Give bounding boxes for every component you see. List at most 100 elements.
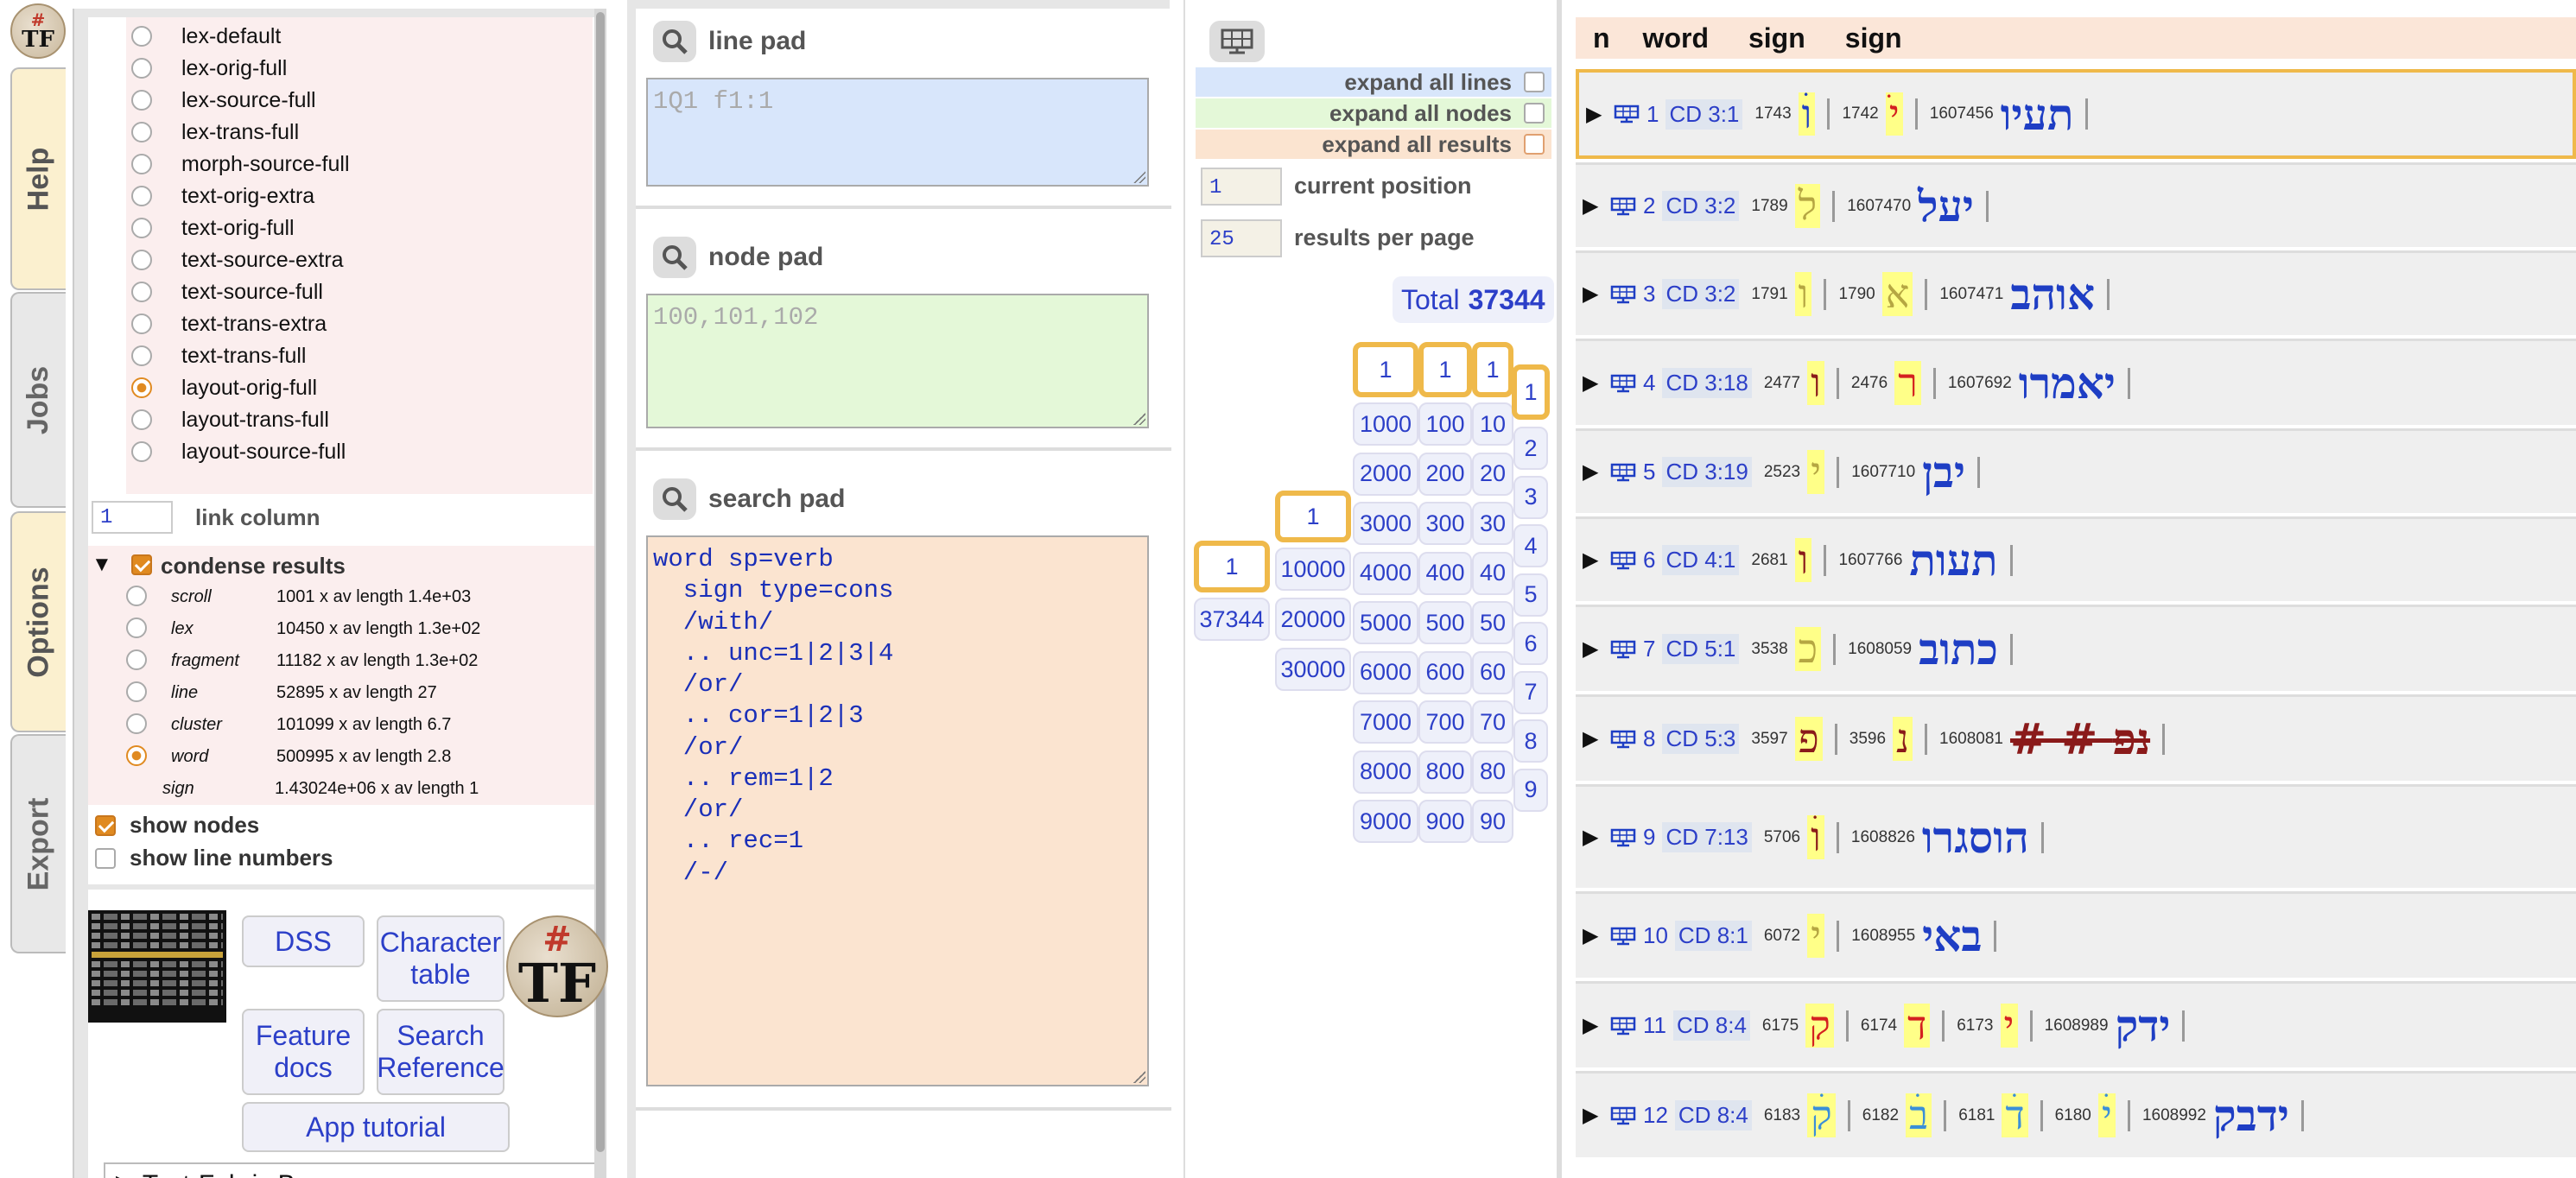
expand-row-icon[interactable]: ▶ (1586, 102, 1608, 127)
expand-all-results-row[interactable]: expand all results (1196, 130, 1551, 159)
open-in-browser-icon[interactable] (1610, 463, 1636, 482)
page-jump-button[interactable]: 8000 (1353, 750, 1418, 794)
expand-row-icon[interactable]: ▶ (1583, 636, 1605, 662)
sign-cell[interactable]: 6182 בׄ (1862, 1093, 1932, 1137)
open-in-browser-icon[interactable] (1610, 374, 1636, 393)
sign-cell[interactable]: 6181 דׄ (1958, 1093, 2028, 1137)
tab-options[interactable]: Options (10, 511, 66, 732)
result-reference[interactable]: CD 8:4 (1673, 1010, 1750, 1041)
format-radio[interactable] (131, 377, 152, 398)
result-reference[interactable]: CD 3:2 (1662, 191, 1740, 221)
page-jump-button[interactable]: 900 (1418, 800, 1472, 843)
line-pad-search-icon[interactable] (653, 21, 696, 62)
word-cell[interactable]: 1608059 כתוב (1848, 625, 1998, 673)
page-jump-button[interactable]: 7 (1513, 670, 1548, 714)
sign-cell[interactable]: 6180 יׄ (2055, 1093, 2116, 1137)
container-type-radio[interactable] (126, 713, 147, 734)
format-radio[interactable] (131, 250, 152, 270)
table-row[interactable]: ▶ 1 CD 3:1 1743 וׄ 1742ׄי 1607456 תעיו (1576, 69, 2576, 159)
tab-export[interactable]: Export (10, 734, 66, 953)
page-jump-button[interactable]: 600 (1418, 650, 1472, 694)
table-row[interactable]: ▶ 10 CD 8:1 6072 י 1608955 באי (1576, 891, 2576, 978)
condense-toggle-icon[interactable]: ▼ (92, 553, 112, 577)
page-jump-button[interactable]: 30 (1472, 502, 1513, 545)
app-tutorial-button[interactable]: App tutorial (242, 1102, 510, 1152)
result-reference[interactable]: CD 5:1 (1662, 634, 1740, 664)
page-jump-button[interactable]: 1 (1275, 491, 1351, 542)
format-radio[interactable] (131, 122, 152, 142)
page-jump-button[interactable]: 400 (1418, 551, 1472, 595)
table-row[interactable]: ▶ 12 CD 8:4 6183 קׄ 6182 בׄ 6181 דׄ 6180 יׄ 1608992… (1576, 1071, 2576, 1157)
table-row[interactable]: ▶ 5 CD 3:19 2523 י 1607710 יבן (1576, 428, 2576, 513)
word-cell[interactable]: 1607456 תעיו (1930, 91, 2074, 138)
open-in-browser-icon[interactable] (1610, 640, 1636, 659)
sign-cell[interactable]: 3596 נ (1850, 717, 1913, 761)
open-in-browser-icon[interactable] (1610, 927, 1636, 946)
resize-grip[interactable] (1133, 171, 1145, 183)
table-row[interactable]: ▶ 8 CD 5:3 3597 פ 3596 נ 1608081 # # נפ (1576, 694, 2576, 781)
open-in-browser-icon[interactable] (1610, 285, 1636, 304)
format-radio[interactable] (131, 186, 152, 206)
expand-all-nodes-checkbox[interactable] (1524, 103, 1545, 124)
sign-cell[interactable]: 2681 ו (1751, 538, 1812, 582)
sign-cell[interactable]: 3538 כ (1751, 627, 1822, 671)
page-jump-button[interactable]: 10000 (1275, 548, 1351, 591)
layout-grid-icon[interactable] (1209, 21, 1265, 62)
format-radio[interactable] (131, 90, 152, 111)
word-cell[interactable]: 1607766 תעות (1838, 536, 1997, 584)
word-cell[interactable]: 1607710 יבן (1851, 448, 1965, 496)
page-jump-button[interactable]: 800 (1418, 750, 1472, 794)
text-fabric-browser-row[interactable]: ▶ Text-Fabric Browser (104, 1162, 594, 1178)
page-jump-button[interactable]: 1 (1353, 342, 1418, 397)
sign-cell[interactable]: 6072 י (1764, 914, 1825, 958)
table-row[interactable]: ▶ 9 CD 7:13 5706 וׄ 1608826 הוסגרו (1576, 784, 2576, 888)
word-cell[interactable]: 1607692 יאמרו (1948, 359, 2116, 407)
container-type-radio[interactable] (126, 618, 147, 638)
page-jump-button[interactable]: 3 (1513, 475, 1548, 519)
result-reference[interactable]: CD 8:1 (1674, 921, 1752, 951)
sign-cell[interactable]: 6174 ד (1861, 1004, 1931, 1048)
expand-row-icon[interactable]: ▶ (1583, 548, 1605, 573)
result-reference[interactable]: CD 4:1 (1662, 545, 1740, 575)
sign-cell[interactable]: 5706 וׄ (1764, 815, 1824, 859)
page-jump-button[interactable]: 1 (1194, 541, 1270, 592)
line-pad-input[interactable]: 1Q1 f1:1 (646, 78, 1149, 187)
result-reference[interactable]: CD 3:18 (1662, 368, 1752, 398)
page-jump-button[interactable]: 1000 (1353, 402, 1418, 446)
page-jump-button[interactable]: 70 (1472, 700, 1513, 744)
page-jump-button[interactable]: 90 (1472, 800, 1513, 843)
page-jump-button[interactable]: 4000 (1353, 551, 1418, 595)
current-position-input[interactable]: 1 (1201, 168, 1282, 206)
page-jump-button[interactable]: 60 (1472, 650, 1513, 694)
page-jump-button[interactable]: 100 (1418, 402, 1472, 446)
result-reference[interactable]: CD 8:4 (1674, 1100, 1752, 1130)
format-radio[interactable] (131, 409, 152, 430)
sign-cell[interactable]: 2477 ו (1764, 361, 1824, 405)
condense-results-checkbox[interactable] (131, 554, 152, 575)
node-pad-input[interactable]: 100,101,102 (646, 294, 1149, 428)
page-jump-button[interactable]: 700 (1418, 700, 1472, 744)
page-jump-button[interactable]: 5 (1513, 573, 1548, 617)
table-row[interactable]: ▶ 2 CD 3:2 1789 ל 1607470 יעל (1576, 162, 2576, 247)
expand-all-lines-checkbox[interactable] (1524, 72, 1545, 92)
table-row[interactable]: ▶ 11 CD 8:4 6175 ק 6174 ד 6173 י 1608989 ידק (1576, 981, 2576, 1067)
character-table-button[interactable]: Character table (377, 915, 504, 1002)
container-type-radio[interactable] (126, 681, 147, 702)
result-reference[interactable]: CD 5:3 (1662, 724, 1740, 754)
sign-cell[interactable]: 1790 א (1838, 272, 1913, 316)
page-jump-button[interactable]: 9000 (1353, 800, 1418, 843)
tab-help[interactable]: Help (10, 67, 66, 290)
sign-cell[interactable]: 2476 ר (1851, 361, 1921, 405)
format-radio[interactable] (131, 218, 152, 238)
page-jump-button[interactable]: 8 (1513, 719, 1548, 763)
expand-row-icon[interactable]: ▶ (1583, 923, 1605, 948)
page-jump-button[interactable]: 1 (1418, 342, 1472, 397)
word-cell[interactable]: 1608955 באי (1851, 912, 1982, 960)
resize-grip[interactable] (1133, 413, 1145, 425)
sign-cell[interactable]: 6173 י (1957, 1004, 2018, 1048)
sign-cell[interactable]: 6175 ק (1762, 1004, 1834, 1048)
sign-cell[interactable]: 1789 ל (1751, 184, 1821, 228)
tf-logo[interactable]: # TF (10, 3, 66, 59)
result-reference[interactable]: CD 3:19 (1662, 457, 1752, 487)
page-jump-button[interactable]: 30000 (1275, 648, 1351, 691)
